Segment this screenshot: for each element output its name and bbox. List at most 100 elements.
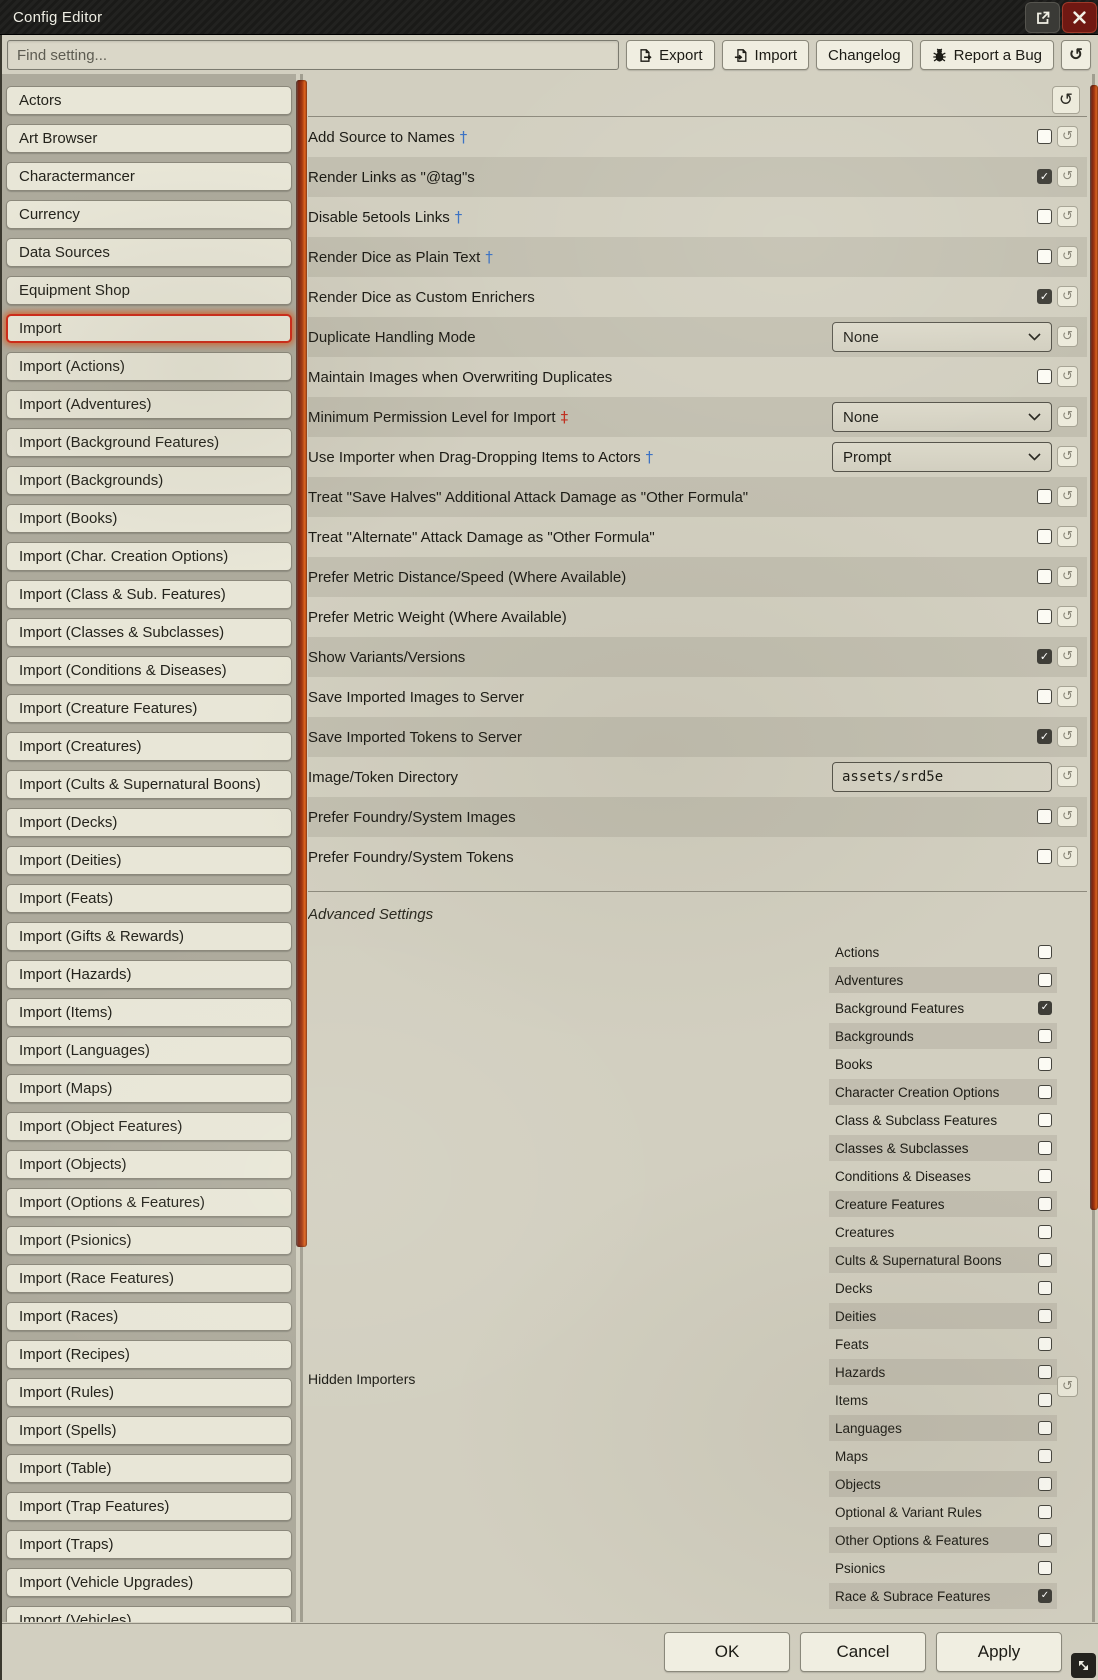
resize-handle[interactable] <box>1071 1653 1096 1678</box>
setting-reset-button[interactable]: ↺ <box>1057 766 1078 787</box>
popout-button[interactable] <box>1025 2 1060 33</box>
sidebar-item-import-recipes[interactable]: Import (Recipes) <box>6 1340 292 1369</box>
setting-reset-button[interactable]: ↺ <box>1057 206 1078 227</box>
setting-checkbox[interactable] <box>1037 609 1052 624</box>
setting-checkbox[interactable] <box>1037 689 1052 704</box>
setting-checkbox[interactable] <box>1037 849 1052 864</box>
main-scrollbar-thumb[interactable] <box>1090 85 1098 1210</box>
hidden-importer-checkbox[interactable] <box>1038 1533 1052 1547</box>
hidden-importer-checkbox[interactable] <box>1038 1169 1052 1183</box>
hidden-importer-checkbox[interactable] <box>1038 1421 1052 1435</box>
hidden-importer-checkbox[interactable] <box>1038 1337 1052 1351</box>
hidden-importer-checkbox[interactable] <box>1038 1561 1052 1575</box>
toolbar-button-changelog[interactable]: Changelog <box>816 40 913 70</box>
sidebar-item-import-books[interactable]: Import (Books) <box>6 504 292 533</box>
sidebar-item-import-race-features[interactable]: Import (Race Features) <box>6 1264 292 1293</box>
setting-reset-button[interactable]: ↺ <box>1057 646 1078 667</box>
sidebar-item-import-traps[interactable]: Import (Traps) <box>6 1530 292 1559</box>
setting-reset-button[interactable]: ↺ <box>1057 606 1078 627</box>
setting-checkbox[interactable] <box>1037 489 1052 504</box>
setting-reset-button[interactable]: ↺ <box>1057 246 1078 267</box>
setting-reset-button[interactable]: ↺ <box>1057 686 1078 707</box>
hidden-importer-checkbox[interactable] <box>1038 1197 1052 1211</box>
setting-checkbox[interactable] <box>1037 249 1052 264</box>
sidebar-item-currency[interactable]: Currency <box>6 200 292 229</box>
sidebar-item-import-char-creation-options[interactable]: Import (Char. Creation Options) <box>6 542 292 571</box>
setting-reset-button[interactable]: ↺ <box>1057 726 1078 747</box>
setting-checkbox[interactable] <box>1037 569 1052 584</box>
sidebar-item-import-backgrounds[interactable]: Import (Backgrounds) <box>6 466 292 495</box>
hidden-importer-checkbox[interactable] <box>1038 1085 1052 1099</box>
sidebar-item-import-decks[interactable]: Import (Decks) <box>6 808 292 837</box>
sidebar-scrollbar-thumb[interactable] <box>296 80 307 1247</box>
setting-text-input[interactable] <box>832 762 1052 792</box>
setting-select[interactable]: Prompt <box>832 442 1052 472</box>
hidden-importer-checkbox[interactable] <box>1038 945 1052 959</box>
setting-select[interactable]: None <box>832 402 1052 432</box>
sidebar-item-equipment-shop[interactable]: Equipment Shop <box>6 276 292 305</box>
setting-reset-button[interactable]: ↺ <box>1057 446 1078 467</box>
sidebar-item-import-hazards[interactable]: Import (Hazards) <box>6 960 292 989</box>
hidden-importer-checkbox[interactable] <box>1038 1393 1052 1407</box>
setting-reset-button[interactable]: ↺ <box>1057 326 1078 347</box>
sidebar-item-import-languages[interactable]: Import (Languages) <box>6 1036 292 1065</box>
setting-reset-button[interactable]: ↺ <box>1057 846 1078 867</box>
sidebar-item-import-objects[interactable]: Import (Objects) <box>6 1150 292 1179</box>
sidebar-item-art-browser[interactable]: Art Browser <box>6 124 292 153</box>
hidden-importer-checkbox[interactable] <box>1038 1253 1052 1267</box>
sidebar-item-import-conditions-diseases[interactable]: Import (Conditions & Diseases) <box>6 656 292 685</box>
setting-checkbox[interactable] <box>1037 369 1052 384</box>
sidebar-item-import-races[interactable]: Import (Races) <box>6 1302 292 1331</box>
setting-reset-button[interactable]: ↺ <box>1057 486 1078 507</box>
sidebar-item-import[interactable]: Import <box>6 314 292 343</box>
hidden-importer-checkbox[interactable] <box>1038 1225 1052 1239</box>
sidebar-item-data-sources[interactable]: Data Sources <box>6 238 292 267</box>
hidden-importer-checkbox[interactable] <box>1038 1029 1052 1043</box>
setting-select[interactable]: None <box>832 322 1052 352</box>
setting-reset-button[interactable]: ↺ <box>1057 166 1078 187</box>
toolbar-reset-button[interactable]: ↺ <box>1061 40 1091 70</box>
toolbar-button-export[interactable]: Export <box>626 40 714 70</box>
sidebar-item-import-items[interactable]: Import (Items) <box>6 998 292 1027</box>
toolbar-button-report-a-bug[interactable]: Report a Bug <box>920 40 1054 70</box>
sidebar-item-import-object-features[interactable]: Import (Object Features) <box>6 1112 292 1141</box>
setting-checkbox[interactable] <box>1037 809 1052 824</box>
sidebar-item-import-gifts-rewards[interactable]: Import (Gifts & Rewards) <box>6 922 292 951</box>
setting-reset-button[interactable]: ↺ <box>1057 286 1078 307</box>
sidebar-item-import-creatures[interactable]: Import (Creatures) <box>6 732 292 761</box>
sidebar-item-import-actions[interactable]: Import (Actions) <box>6 352 292 381</box>
hidden-importer-checkbox[interactable]: ✓ <box>1038 1001 1052 1015</box>
ok-button[interactable]: OK <box>664 1632 790 1672</box>
toolbar-button-import[interactable]: Import <box>722 40 810 70</box>
setting-checkbox[interactable] <box>1037 209 1052 224</box>
setting-reset-button[interactable]: ↺ <box>1057 806 1078 827</box>
hidden-importer-checkbox[interactable] <box>1038 1113 1052 1127</box>
sidebar-item-import-background-features[interactable]: Import (Background Features) <box>6 428 292 457</box>
setting-checkbox[interactable]: ✓ <box>1037 729 1052 744</box>
hidden-importer-checkbox[interactable] <box>1038 1057 1052 1071</box>
hidden-importer-checkbox[interactable] <box>1038 1477 1052 1491</box>
sidebar-item-import-spells[interactable]: Import (Spells) <box>6 1416 292 1445</box>
sidebar-item-import-class-sub-features[interactable]: Import (Class & Sub. Features) <box>6 580 292 609</box>
setting-reset-button[interactable]: ↺ <box>1057 406 1078 427</box>
setting-reset-button[interactable]: ↺ <box>1057 566 1078 587</box>
sidebar-item-import-psionics[interactable]: Import (Psionics) <box>6 1226 292 1255</box>
setting-checkbox[interactable] <box>1037 529 1052 544</box>
sidebar-item-actors[interactable]: Actors <box>6 86 292 115</box>
sidebar-item-import-options-features[interactable]: Import (Options & Features) <box>6 1188 292 1217</box>
close-button[interactable] <box>1062 2 1097 33</box>
hidden-importer-checkbox[interactable] <box>1038 1281 1052 1295</box>
sidebar-item-charactermancer[interactable]: Charactermancer <box>6 162 292 191</box>
sidebar-item-import-vehicle-upgrades[interactable]: Import (Vehicle Upgrades) <box>6 1568 292 1597</box>
hidden-importer-checkbox[interactable] <box>1038 1141 1052 1155</box>
section-reset-button[interactable]: ↺ <box>1052 86 1080 114</box>
setting-checkbox[interactable]: ✓ <box>1037 289 1052 304</box>
sidebar-item-import-table[interactable]: Import (Table) <box>6 1454 292 1483</box>
setting-checkbox[interactable] <box>1037 129 1052 144</box>
hidden-importers-reset-button[interactable]: ↺ <box>1057 1376 1078 1397</box>
sidebar-item-import-cults-supernatural-boons[interactable]: Import (Cults & Supernatural Boons) <box>6 770 292 799</box>
sidebar-item-import-adventures[interactable]: Import (Adventures) <box>6 390 292 419</box>
setting-reset-button[interactable]: ↺ <box>1057 366 1078 387</box>
sidebar-item-import-deities[interactable]: Import (Deities) <box>6 846 292 875</box>
cancel-button[interactable]: Cancel <box>800 1632 926 1672</box>
